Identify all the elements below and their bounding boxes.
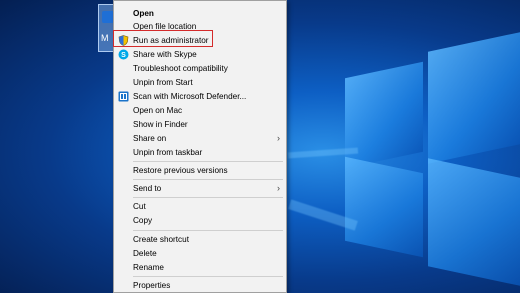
menu-item-send-to[interactable]: Send to › <box>114 181 286 196</box>
menu-separator <box>133 161 283 162</box>
menu-separator <box>133 197 283 198</box>
menu-item-share-with-skype[interactable]: S Share with Skype <box>114 47 286 62</box>
chevron-right-icon: › <box>277 133 280 143</box>
menu-item-share-on[interactable]: Share on › <box>114 131 286 146</box>
menu-item-label: Create shortcut <box>133 235 189 244</box>
windows-logo-panel-top-right <box>428 32 520 164</box>
menu-item-label: Send to <box>133 184 162 193</box>
defender-icon <box>118 91 129 102</box>
menu-separator <box>133 230 283 231</box>
menu-item-label: Unpin from Start <box>133 78 193 87</box>
menu-item-create-shortcut[interactable]: Create shortcut <box>114 232 286 247</box>
desktop-icon-label: M <box>101 33 109 43</box>
menu-item-label: Share on <box>133 134 167 143</box>
menu-item-label: Rename <box>133 263 164 272</box>
menu-item-label: Properties <box>133 281 171 290</box>
skype-icon: S <box>118 49 129 60</box>
menu-item-label: Open on Mac <box>133 106 183 115</box>
menu-item-open-on-mac[interactable]: Open on Mac <box>114 103 286 118</box>
chevron-right-icon: › <box>277 183 280 193</box>
menu-separator <box>133 276 283 277</box>
windows-logo-panel-bottom-left <box>345 156 423 258</box>
menu-item-restore-previous-versions[interactable]: Restore previous versions <box>114 163 286 178</box>
menu-item-label: Troubleshoot compatibility <box>133 64 228 73</box>
menu-item-label: Restore previous versions <box>133 166 228 175</box>
menu-item-label: Copy <box>133 216 153 225</box>
menu-item-rename[interactable]: Rename <box>114 260 286 275</box>
menu-item-properties[interactable]: Properties <box>114 278 286 293</box>
menu-item-scan-with-defender[interactable]: Scan with Microsoft Defender... <box>114 89 286 104</box>
menu-item-cut[interactable]: Cut <box>114 199 286 214</box>
menu-item-label: Show in Finder <box>133 120 188 129</box>
menu-item-label: Scan with Microsoft Defender... <box>133 92 247 101</box>
windows-logo-panel-bottom-right <box>428 158 520 286</box>
menu-item-unpin-from-start[interactable]: Unpin from Start <box>114 75 286 90</box>
menu-item-label: Delete <box>133 249 157 258</box>
menu-item-delete[interactable]: Delete <box>114 246 286 261</box>
menu-item-label: Cut <box>133 202 146 211</box>
highlight-box <box>113 30 213 47</box>
menu-item-unpin-from-taskbar[interactable]: Unpin from taskbar <box>114 145 286 160</box>
svg-text:S: S <box>121 52 126 59</box>
menu-separator <box>133 179 283 180</box>
menu-item-troubleshoot-compatibility[interactable]: Troubleshoot compatibility <box>114 61 286 76</box>
menu-item-copy[interactable]: Copy <box>114 213 286 228</box>
menu-item-label: Share with Skype <box>133 50 197 59</box>
menu-item-show-in-finder[interactable]: Show in Finder <box>114 117 286 132</box>
menu-item-label: Unpin from taskbar <box>133 148 203 157</box>
